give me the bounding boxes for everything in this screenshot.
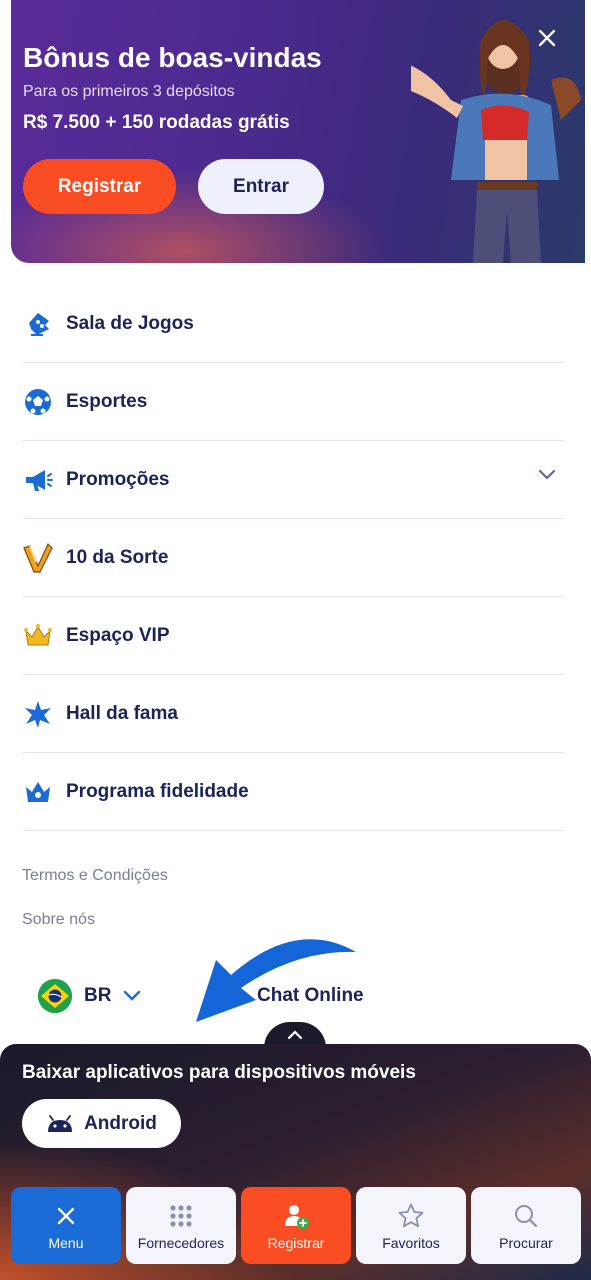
android-label: Android	[84, 1112, 157, 1134]
language-selector[interactable]: BR	[38, 979, 141, 1013]
add-user-icon	[282, 1201, 310, 1231]
search-icon	[513, 1201, 539, 1231]
menu-item-espaco-vip[interactable]: Espaço VIP	[22, 597, 564, 675]
curved-arrow-annotation	[196, 939, 356, 1022]
menu-item-10-da-sorte[interactable]: 10 da Sorte	[22, 519, 564, 597]
menu-item-label: Esportes	[66, 390, 148, 412]
game-room-icon	[22, 308, 54, 340]
brazil-flag-icon	[38, 979, 72, 1013]
chevron-up-icon	[287, 1030, 303, 1040]
crown-gold-icon	[22, 620, 54, 652]
terms-link[interactable]: Termos e Condições	[22, 864, 168, 908]
android-icon	[48, 1114, 73, 1132]
chevron-down-icon[interactable]	[538, 469, 556, 481]
menu-item-label: 10 da Sorte	[66, 546, 169, 568]
nav-search-button[interactable]: Procurar	[471, 1187, 581, 1264]
app-download-title: Baixar aplicativos para dispositivos móv…	[22, 1062, 416, 1083]
star-outline-icon	[397, 1201, 425, 1231]
about-link[interactable]: Sobre nós	[22, 908, 168, 952]
footer-links: Termos e Condições Sobre nós	[22, 864, 168, 952]
menu-item-hall-da-fama[interactable]: Hall da fama	[22, 675, 564, 753]
nav-register-button[interactable]: Registrar	[241, 1187, 351, 1264]
grid-dots-icon	[169, 1201, 193, 1231]
bottom-nav: Menu Fornecedores Registrar Favoritos Pr…	[11, 1187, 581, 1264]
menu-item-label: Hall da fama	[66, 702, 178, 724]
menu-item-label: Sala de Jogos	[66, 312, 194, 334]
nav-providers-label: Fornecedores	[137, 1234, 225, 1251]
nav-menu-button[interactable]: Menu	[11, 1187, 121, 1264]
language-code: BR	[84, 985, 112, 1006]
android-download-button[interactable]: Android	[22, 1099, 181, 1148]
close-icon	[55, 1201, 77, 1231]
menu-item-promocoes[interactable]: Promoções	[22, 441, 564, 519]
menu-item-esportes[interactable]: Esportes	[22, 363, 564, 441]
nav-menu-label: Menu	[48, 1234, 84, 1251]
chevron-down-icon	[124, 990, 141, 1001]
menu-item-label: Promoções	[66, 468, 170, 490]
banner-register-button[interactable]: Registrar	[23, 159, 176, 214]
nav-favorites-label: Favoritos	[382, 1234, 440, 1251]
nav-favorites-button[interactable]: Favoritos	[356, 1187, 466, 1264]
side-menu: Sala de Jogos Esportes Promoções 10 da S…	[22, 285, 564, 831]
star-burst-icon	[22, 698, 54, 730]
banner-login-button[interactable]: Entrar	[198, 159, 324, 214]
lucky-v-icon	[22, 542, 54, 574]
menu-item-label: Espaço VIP	[66, 624, 170, 646]
close-icon[interactable]	[535, 26, 559, 50]
nav-search-label: Procurar	[499, 1234, 553, 1251]
nav-providers-button[interactable]: Fornecedores	[126, 1187, 236, 1264]
menu-item-label: Programa fidelidade	[66, 780, 249, 802]
chat-online-link[interactable]: Chat Online	[257, 985, 364, 1007]
menu-item-programa-fidelidade[interactable]: Programa fidelidade	[22, 753, 564, 831]
nav-register-label: Registrar	[267, 1234, 325, 1251]
welcome-banner: Bônus de boas-vindas Para os primeiros 3…	[11, 0, 585, 263]
soccer-ball-icon	[22, 386, 54, 418]
megaphone-icon	[22, 464, 54, 496]
banner-offer: R$ 7.500 + 150 rodadas grátis	[23, 112, 290, 133]
banner-title: Bônus de boas-vindas	[23, 42, 322, 73]
banner-subtitle: Para os primeiros 3 depósitos	[23, 83, 235, 100]
menu-item-sala-de-jogos[interactable]: Sala de Jogos	[22, 285, 564, 363]
crown-blue-icon	[22, 776, 54, 808]
